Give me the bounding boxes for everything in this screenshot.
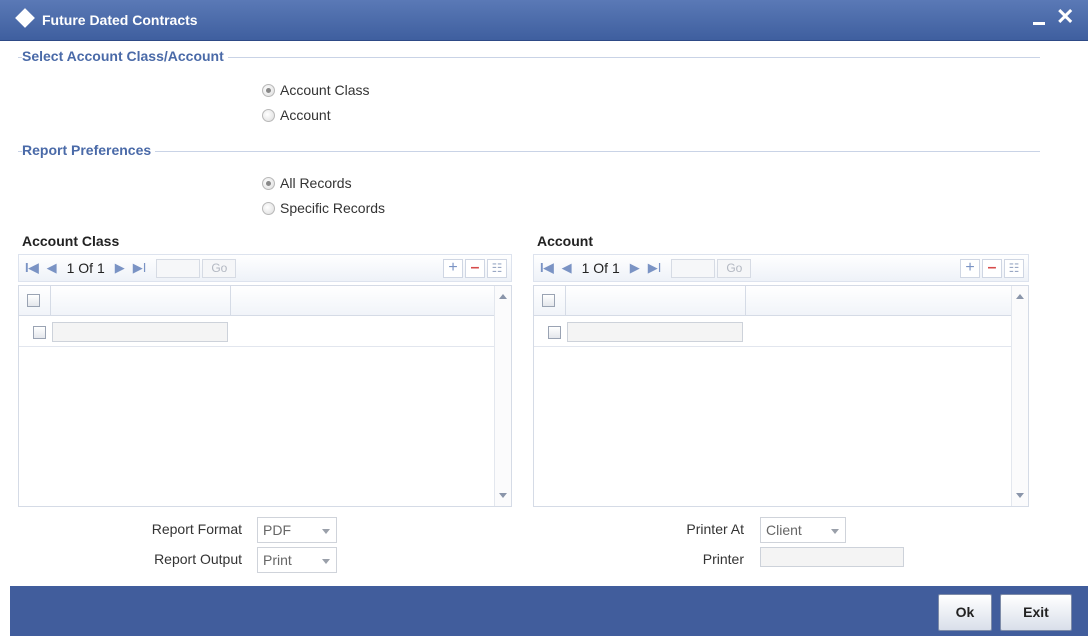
- next-page-icon[interactable]: ▶: [115, 260, 125, 276]
- column-divider: [745, 286, 746, 315]
- row-checkbox[interactable]: [33, 326, 46, 339]
- radio-account[interactable]: Account: [262, 105, 331, 125]
- table-row: [19, 317, 494, 347]
- report-output-select[interactable]: Print: [257, 547, 337, 573]
- last-page-icon[interactable]: ▶I: [648, 260, 662, 276]
- page-indicator: 1 Of 1: [581, 260, 620, 276]
- close-icon[interactable]: ✕: [1056, 6, 1074, 28]
- delete-row-button[interactable]: –: [982, 259, 1002, 278]
- select-all-checkbox[interactable]: [542, 294, 555, 307]
- radio-button[interactable]: [262, 176, 275, 190]
- report-output-label: Report Output: [154, 551, 242, 567]
- radio-account-class[interactable]: Account Class: [262, 80, 369, 100]
- single-view-icon[interactable]: ☷: [487, 259, 507, 278]
- table-row: [534, 317, 1011, 347]
- window-title: Future Dated Contracts: [42, 12, 198, 28]
- chevron-down-icon: [831, 529, 839, 534]
- account-input[interactable]: [567, 322, 743, 342]
- add-row-button[interactable]: +: [443, 259, 463, 278]
- report-format-value: PDF: [263, 522, 291, 538]
- select-all-checkbox[interactable]: [27, 294, 40, 307]
- account-nav-bar: I◀ ◀ 1 Of 1 ▶ ▶I Go + – ☷: [533, 254, 1029, 282]
- grid-toolbar: + – ☷: [441, 259, 507, 278]
- page-number-input[interactable]: [671, 258, 716, 278]
- account-grid: [533, 285, 1029, 507]
- delete-row-button[interactable]: –: [465, 259, 485, 278]
- go-button[interactable]: Go: [202, 258, 237, 278]
- next-page-icon[interactable]: ▶: [630, 260, 640, 276]
- vertical-scrollbar[interactable]: [494, 286, 511, 506]
- account-class-grid: [18, 285, 512, 507]
- grid-header: [19, 286, 494, 316]
- account-class-nav-bar: I◀ ◀ 1 Of 1 ▶ ▶I Go + – ☷: [18, 254, 512, 282]
- printer-label: Printer: [702, 551, 744, 567]
- previous-page-icon[interactable]: ◀: [562, 260, 572, 276]
- radio-button[interactable]: [262, 108, 275, 122]
- title-bar: Future Dated Contracts ✕: [0, 0, 1088, 41]
- radio-button[interactable]: [262, 201, 275, 215]
- previous-page-icon[interactable]: ◀: [47, 260, 57, 276]
- scroll-up-icon[interactable]: [1016, 294, 1024, 299]
- ok-button[interactable]: Ok: [938, 594, 992, 631]
- footer-bar: Ok Exit: [10, 586, 1088, 636]
- exit-button[interactable]: Exit: [1000, 594, 1072, 631]
- printer-at-value: Client: [766, 522, 802, 538]
- minimize-icon[interactable]: [1033, 22, 1045, 25]
- radio-all-records[interactable]: All Records: [262, 173, 352, 193]
- go-button[interactable]: Go: [717, 258, 752, 278]
- first-page-icon[interactable]: I◀: [25, 260, 39, 276]
- last-page-icon[interactable]: ▶I: [133, 260, 147, 276]
- printer-at-label: Printer At: [686, 521, 744, 537]
- chevron-down-icon: [322, 559, 330, 564]
- printer-input[interactable]: [760, 547, 904, 567]
- add-row-button[interactable]: +: [960, 259, 980, 278]
- scroll-down-icon[interactable]: [1016, 493, 1024, 498]
- section-title: Select Account Class/Account: [22, 48, 228, 64]
- first-page-icon[interactable]: I◀: [540, 260, 554, 276]
- radio-specific-records[interactable]: Specific Records: [262, 198, 385, 218]
- report-output-value: Print: [263, 552, 292, 568]
- report-format-select[interactable]: PDF: [257, 517, 337, 543]
- scroll-up-icon[interactable]: [499, 294, 507, 299]
- vertical-scrollbar[interactable]: [1011, 286, 1028, 506]
- diamond-icon: [15, 8, 35, 28]
- column-divider: [50, 286, 51, 315]
- grid-toolbar: + – ☷: [958, 259, 1024, 278]
- row-checkbox[interactable]: [548, 326, 561, 339]
- section-divider: [18, 151, 1040, 152]
- chevron-down-icon: [322, 529, 330, 534]
- section-select-account: Select Account Class/Account: [18, 48, 1040, 68]
- report-format-label: Report Format: [151, 521, 242, 537]
- column-divider: [565, 286, 566, 315]
- printer-at-select[interactable]: Client: [760, 517, 846, 543]
- column-divider: [230, 286, 231, 315]
- account-class-input[interactable]: [52, 322, 228, 342]
- radio-label: Account Class: [280, 82, 370, 98]
- single-view-icon[interactable]: ☷: [1004, 259, 1024, 278]
- page-number-input[interactable]: [156, 258, 201, 278]
- account-grid-title: Account: [537, 233, 593, 249]
- section-report-preferences: Report Preferences: [18, 142, 1040, 162]
- section-title: Report Preferences: [22, 142, 156, 158]
- radio-label: Account: [280, 107, 331, 123]
- radio-label: All Records: [280, 175, 352, 191]
- radio-button[interactable]: [262, 83, 275, 97]
- radio-label: Specific Records: [280, 200, 386, 216]
- account-class-grid-title: Account Class: [22, 233, 120, 249]
- page-indicator: 1 Of 1: [66, 260, 105, 276]
- scroll-down-icon[interactable]: [499, 493, 507, 498]
- grid-header: [534, 286, 1011, 316]
